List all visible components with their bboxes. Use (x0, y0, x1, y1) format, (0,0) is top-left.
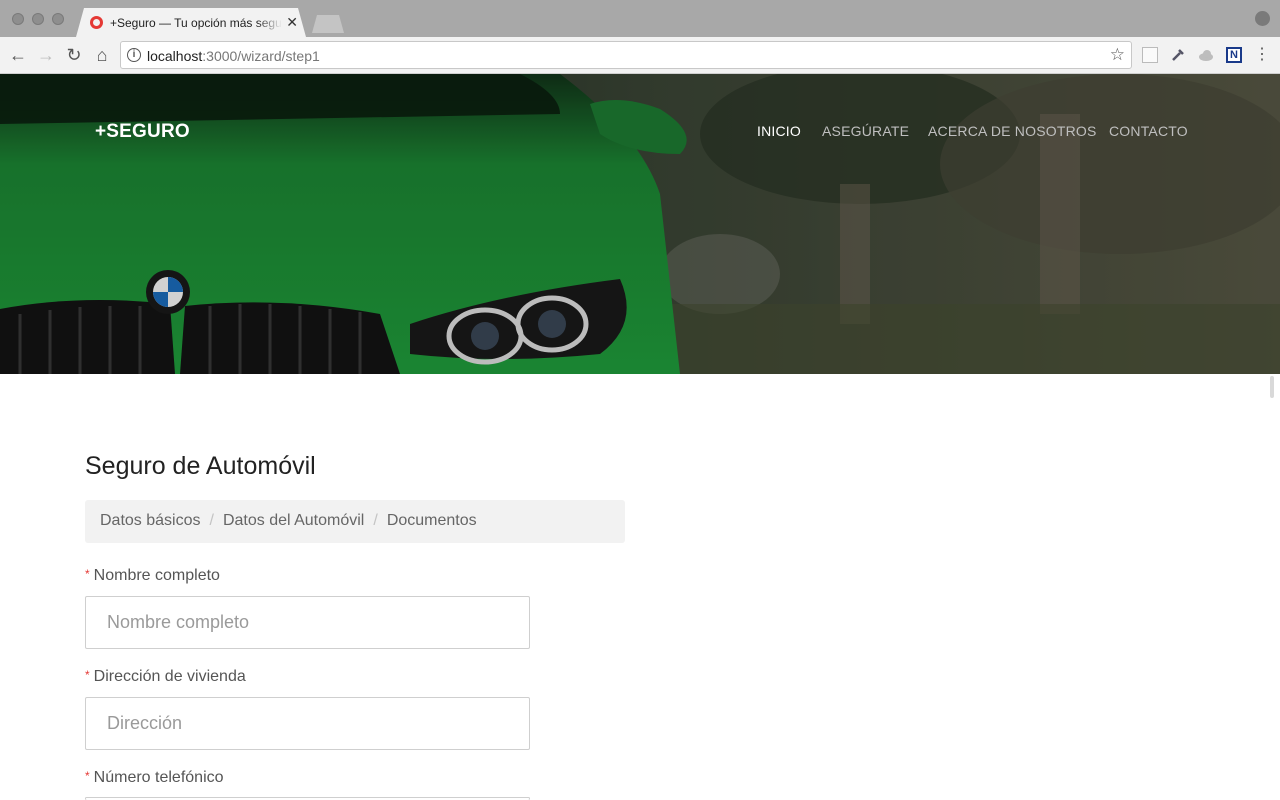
browser-tab-active[interactable]: +Seguro — Tu opción más segura ✕ (76, 8, 306, 37)
url-text: localhost:3000/wizard/step1 (147, 48, 320, 64)
breadcrumb-separator: / (209, 512, 214, 529)
nav-item-inicio[interactable]: INICIO (757, 123, 801, 139)
page-title: Seguro de Automóvil (85, 452, 316, 480)
profile-icon[interactable] (1255, 11, 1270, 26)
required-marker: * (85, 769, 90, 783)
reload-icon[interactable]: ↻ (64, 45, 84, 65)
hero-banner: +SEGURO INICIO ASEGÚRATE ACERCA DE NOSOT… (0, 74, 1280, 374)
wizard-breadcrumb: Datos básicos / Datos del Automóvil / Docume… (85, 500, 625, 543)
browser-tab-bar: +Seguro — Tu opción más segura ✕ (0, 0, 1280, 37)
tab-title: +Seguro — Tu opción más segura (110, 16, 282, 30)
required-marker: * (85, 668, 90, 682)
window-zoom-button[interactable] (52, 13, 64, 25)
new-tab-button[interactable] (312, 15, 344, 33)
phone-label: * Número telefónico (85, 769, 224, 786)
browser-toolbar: ← → ↻ ⌂ i localhost:3000/wizard/step1 ☆ … (0, 37, 1280, 74)
address-label: * Dirección de vivienda (85, 668, 246, 685)
extension-reader-icon[interactable] (1142, 47, 1158, 63)
bookmark-star-icon[interactable]: ☆ (1110, 45, 1125, 65)
scrollbar[interactable] (1270, 376, 1274, 398)
breadcrumb-step-docs[interactable]: Documentos (387, 512, 477, 529)
breadcrumb-separator: / (373, 512, 378, 529)
nav-item-acerca[interactable]: ACERCA DE NOSOTROS (928, 123, 1097, 139)
home-icon[interactable]: ⌂ (92, 45, 112, 65)
site-favicon-icon (90, 16, 103, 29)
info-icon[interactable]: i (127, 48, 141, 62)
full-name-input[interactable] (85, 596, 530, 649)
hero-car-image (0, 74, 1280, 374)
extension-n-icon[interactable]: N (1226, 47, 1242, 63)
tab-close-icon[interactable]: ✕ (286, 14, 298, 30)
window-close-button[interactable] (12, 13, 24, 25)
extension-cloud-icon[interactable] (1198, 47, 1214, 63)
browser-menu-icon[interactable]: ⋮ (1252, 45, 1272, 65)
nav-item-contacto[interactable]: CONTACTO (1109, 123, 1188, 139)
nav-item-asegurate[interactable]: ASEGÚRATE (822, 123, 909, 139)
breadcrumb-step-car[interactable]: Datos del Automóvil (223, 512, 364, 529)
address-input[interactable] (85, 697, 530, 750)
window-minimize-button[interactable] (32, 13, 44, 25)
address-bar[interactable]: i localhost:3000/wizard/step1 ☆ (120, 41, 1132, 69)
extension-eyedropper-icon[interactable] (1170, 47, 1186, 63)
full-name-label: * Nombre completo (85, 567, 220, 584)
forward-arrow-icon[interactable]: → (36, 45, 56, 65)
breadcrumb-step-basic[interactable]: Datos básicos (100, 512, 201, 529)
back-arrow-icon[interactable]: ← (8, 45, 28, 65)
required-marker: * (85, 567, 90, 581)
site-logo[interactable]: +SEGURO (95, 121, 190, 143)
